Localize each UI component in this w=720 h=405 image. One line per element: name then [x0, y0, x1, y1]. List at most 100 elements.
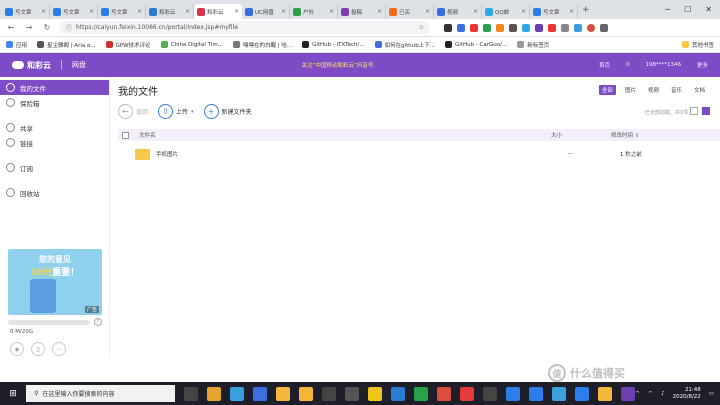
- message-count[interactable]: 0: [626, 62, 630, 68]
- taskbar-app-icon[interactable]: [483, 386, 498, 401]
- phone-icon[interactable]: ▯: [31, 342, 45, 356]
- extension-icon[interactable]: [509, 23, 517, 32]
- sidebar-item-links[interactable]: 链接: [0, 135, 109, 150]
- extension-icon[interactable]: [535, 23, 543, 32]
- taskbar-app-icon[interactable]: [368, 386, 383, 401]
- close-tab-icon[interactable]: ×: [329, 8, 334, 15]
- filter-videos[interactable]: 视频: [645, 85, 662, 95]
- browser-tab[interactable]: 和彩云 ×: [194, 4, 242, 19]
- network-icon[interactable]: ⌔: [648, 390, 653, 397]
- more-menu[interactable]: 更多: [697, 61, 708, 69]
- taskbar-search[interactable]: ⚲ 在这里输入你要搜索的内容: [26, 385, 176, 402]
- extension-icon[interactable]: [574, 23, 582, 32]
- windows-start-icon[interactable]: ⊞: [0, 382, 26, 405]
- taskbar-app-icon[interactable]: [230, 386, 245, 401]
- close-tab-icon[interactable]: ×: [234, 8, 239, 15]
- home-link[interactable]: 首页: [599, 61, 610, 69]
- upload-button[interactable]: ⇧ 上传 ▾: [158, 104, 194, 119]
- other-bookmarks[interactable]: 其他书签: [681, 41, 714, 49]
- close-tab-icon[interactable]: ×: [185, 8, 190, 15]
- back-button[interactable]: ← 返回: [118, 104, 148, 119]
- sidebar-item-subscribe[interactable]: 订阅: [0, 160, 109, 175]
- browser-tab[interactable]: 写文章 ×: [2, 4, 50, 19]
- bookmark-item[interactable]: 嘿嘿在的白醒 | 哇...: [232, 41, 292, 49]
- column-size[interactable]: 大小: [551, 131, 611, 139]
- new-folder-button[interactable]: + 新建文件夹: [203, 104, 252, 119]
- table-row[interactable]: 手机图片 -- 1 秒之前: [118, 145, 720, 163]
- user-phone[interactable]: 198****1346: [645, 62, 681, 68]
- browser-tab[interactable]: 写文章 ×: [98, 4, 146, 19]
- bookmark-item[interactable]: GPW技术评论: [105, 41, 151, 49]
- sidebar-item-my-files[interactable]: 我的文件: [0, 80, 109, 95]
- close-window-icon[interactable]: ✕: [705, 5, 712, 14]
- extension-icon[interactable]: [444, 23, 452, 32]
- browser-tab[interactable]: 户外 ×: [290, 4, 338, 19]
- sidebar-item-safe-box[interactable]: 保险箱: [0, 95, 109, 110]
- taskbar-app-icon[interactable]: [598, 386, 613, 401]
- forward-arrow-icon[interactable]: →: [24, 23, 34, 32]
- column-time[interactable]: 修改时间 ⇩: [611, 131, 639, 139]
- android-icon[interactable]: ◈: [10, 342, 24, 356]
- tray-chevron-icon[interactable]: ^: [635, 391, 640, 397]
- chevron-down-icon[interactable]: ▾: [191, 109, 194, 115]
- extension-icon[interactable]: [483, 23, 491, 32]
- extension-icon[interactable]: [522, 23, 530, 32]
- bookmark-item[interactable]: China Digital Tim...: [160, 41, 223, 48]
- extension-icon[interactable]: [470, 23, 478, 32]
- volume-icon[interactable]: ♪: [661, 391, 665, 397]
- extension-icon[interactable]: [561, 23, 569, 32]
- taskbar-app-icon[interactable]: [414, 386, 429, 401]
- bookmark-item[interactable]: 如何在github上下...: [374, 41, 435, 49]
- bookmark-star-icon[interactable]: ☆: [419, 24, 424, 31]
- close-tab-icon[interactable]: ×: [89, 8, 94, 15]
- close-tab-icon[interactable]: ×: [521, 8, 526, 15]
- bookmark-item[interactable]: 新标签页: [517, 41, 549, 49]
- browser-tab[interactable]: 已买 ×: [386, 4, 434, 19]
- list-view-icon[interactable]: [702, 107, 710, 115]
- filter-docs[interactable]: 文档: [691, 85, 708, 95]
- select-all-checkbox[interactable]: [122, 131, 129, 139]
- back-arrow-icon[interactable]: ←: [6, 23, 16, 32]
- bookmark-item[interactable]: GitHub - CarGuo/...: [445, 41, 507, 48]
- file-name[interactable]: 手机图片: [156, 150, 560, 158]
- clock[interactable]: 21:48 2020/8/22: [673, 387, 701, 401]
- browser-tab[interactable]: 写文章 ×: [530, 4, 578, 19]
- taskbar-app-icon[interactable]: [460, 386, 475, 401]
- extension-icon[interactable]: [548, 23, 556, 32]
- grid-view-icon[interactable]: [690, 107, 698, 115]
- sidebar-item-share[interactable]: 共享: [0, 120, 109, 135]
- address-bar[interactable]: ⓘ https://caiyun.feixin.10086.cn/portal/…: [60, 21, 430, 34]
- taskbar-app-icon[interactable]: [276, 386, 291, 401]
- taskbar-app-icon[interactable]: [529, 386, 544, 401]
- browser-tab[interactable]: UC网盘 ×: [242, 4, 290, 19]
- new-tab-button[interactable]: +: [582, 5, 590, 15]
- extension-icon[interactable]: [457, 23, 465, 32]
- taskbar-app-icon[interactable]: [299, 386, 314, 401]
- taskbar-app-icon[interactable]: [322, 386, 337, 401]
- filter-images[interactable]: 图片: [622, 85, 639, 95]
- url-text[interactable]: https://caiyun.feixin.10086.cn/portal/in…: [76, 24, 415, 31]
- app-logo[interactable]: 和彩云: [12, 60, 51, 71]
- close-tab-icon[interactable]: ×: [137, 8, 142, 15]
- close-tab-icon[interactable]: ×: [41, 8, 46, 15]
- filter-all[interactable]: 全部: [598, 85, 616, 95]
- taskbar-app-icon[interactable]: [506, 386, 521, 401]
- close-tab-icon[interactable]: ×: [377, 8, 382, 15]
- taskbar-app-icon[interactable]: [621, 386, 636, 401]
- notification-icon[interactable]: ▭: [709, 391, 714, 397]
- taskbar-app-icon[interactable]: [391, 386, 406, 401]
- taskbar-app-icon[interactable]: [437, 386, 452, 401]
- filter-music[interactable]: 音乐: [668, 85, 685, 95]
- close-tab-icon[interactable]: ×: [473, 8, 478, 15]
- menu-icon[interactable]: [600, 23, 608, 32]
- taskbar-app-icon[interactable]: [253, 386, 268, 401]
- browser-tab[interactable]: 写文章 ×: [50, 4, 98, 19]
- bookmark-item[interactable]: 星尘雅阁 | Aria o...: [37, 41, 96, 49]
- sidebar-item-recycle-bin[interactable]: 回收站: [0, 185, 109, 200]
- taskbar-app-icon[interactable]: [345, 386, 360, 401]
- more-icon[interactable]: ⋯: [52, 342, 66, 356]
- taskbar-app-icon[interactable]: [552, 386, 567, 401]
- browser-tab[interactable]: 视频 ×: [434, 4, 482, 19]
- help-icon[interactable]: ?: [94, 318, 102, 326]
- extension-icon[interactable]: [496, 23, 504, 32]
